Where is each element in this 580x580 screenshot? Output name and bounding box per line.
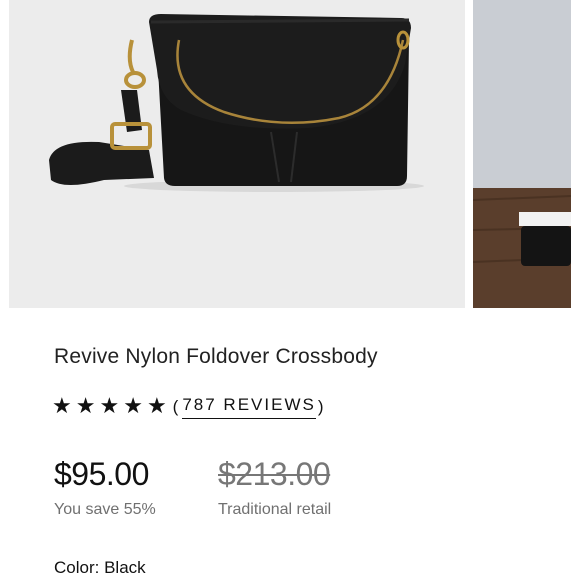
product-image-next[interactable]: [473, 0, 571, 308]
retail-price: $213.00: [218, 456, 331, 492]
product-rating: ★ ★ ★ ★ ★ ( 787 REVIEWS ): [52, 395, 326, 419]
crossbody-bag-image: [9, 0, 465, 308]
star-rating: ★ ★ ★ ★ ★: [52, 396, 171, 418]
product-image-main[interactable]: [9, 0, 465, 308]
color-value: Black: [104, 558, 146, 577]
retail-label: Traditional retail: [218, 501, 332, 518]
product-title: Revive Nylon Foldover Crossbody: [54, 345, 378, 368]
color-label: Color:: [54, 558, 100, 577]
reviews-close-paren: ): [317, 397, 326, 416]
star-icon: ★: [52, 394, 72, 419]
star-icon: ★: [146, 394, 167, 419]
color-selection: Color: Black: [54, 558, 146, 578]
retail-price-block: $213.00 Traditional retail: [218, 456, 331, 519]
star-icon: ★: [123, 394, 143, 419]
lifestyle-image: [473, 0, 571, 308]
savings-text: You save 55%: [54, 501, 156, 518]
star-icon: ★: [75, 394, 96, 419]
product-info: Revive Nylon Foldover Crossbody ★ ★ ★ ★ …: [0, 308, 580, 580]
reviews-open-paren: (: [172, 397, 181, 416]
reviews-link[interactable]: 787 REVIEWS: [182, 395, 316, 419]
sale-price: $95.00: [54, 456, 149, 492]
sale-price-block: $95.00 You save 55%: [54, 456, 156, 519]
star-icon: ★: [99, 394, 120, 419]
product-image-gallery[interactable]: [0, 0, 580, 308]
